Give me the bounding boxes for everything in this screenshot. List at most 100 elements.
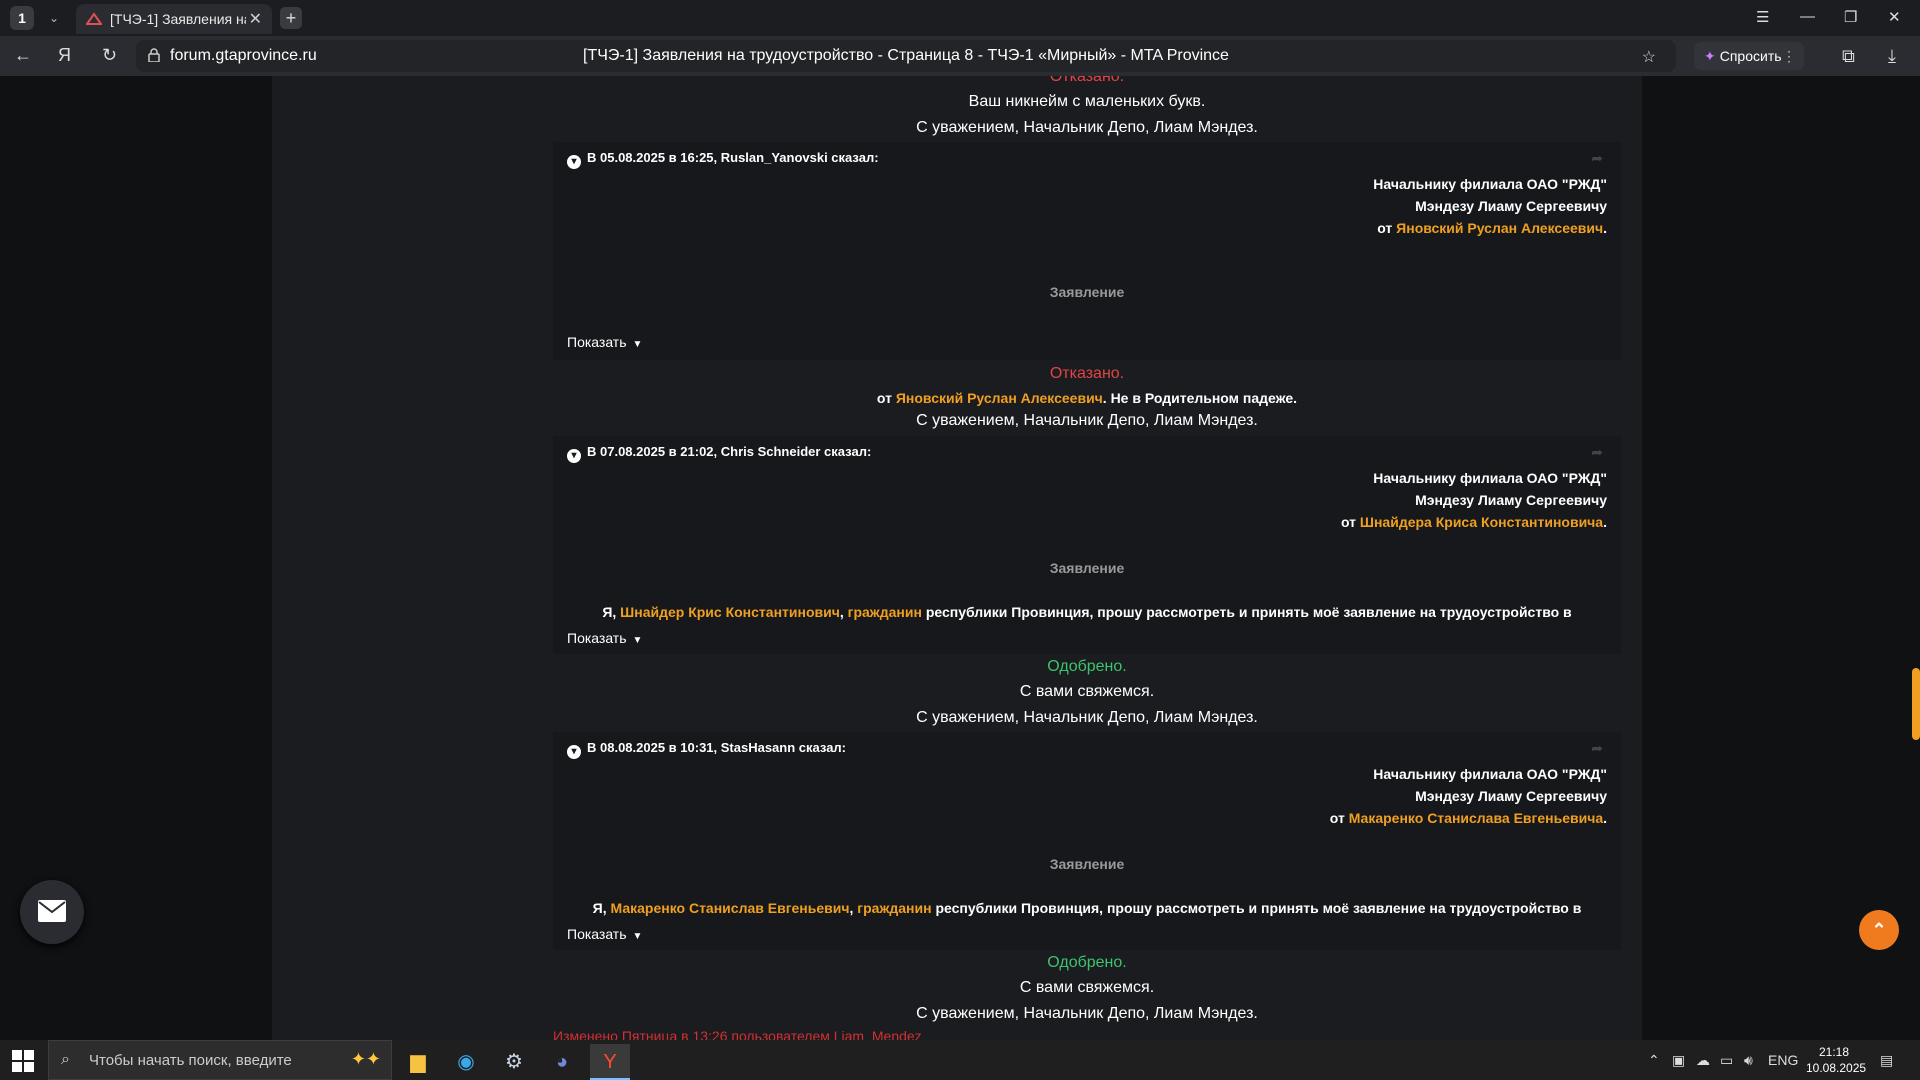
windows-taskbar: ⌕ Чтобы начать поиск, введите ✦✦ ▆ ◉ ⚙ ◕… xyxy=(0,1040,1920,1080)
edited-note: Изменено Пятница в 13:26 пользователем L… xyxy=(553,1028,922,1040)
mail-icon xyxy=(38,900,66,922)
body-prefix: Я, xyxy=(602,604,617,620)
show-more-button[interactable]: Показать ▼ xyxy=(567,926,642,942)
scroll-to-top-button[interactable]: ⌃ xyxy=(1859,910,1899,950)
site-favicon-icon xyxy=(86,12,102,25)
quote-author: В 05.08.2025 в 16:25, Ruslan_Yanovski ск… xyxy=(587,150,879,165)
onedrive-icon[interactable]: ☁ xyxy=(1696,1052,1710,1069)
taskbar-search-box[interactable]: ⌕ Чтобы начать поиск, введите ✦✦ xyxy=(48,1040,392,1080)
volume-icon[interactable]: 🔊︎ xyxy=(1744,1052,1753,1069)
caret-down-icon: ▼ xyxy=(632,931,643,942)
reason-name: Яновский Руслан Алексеевич xyxy=(895,390,1103,406)
tab-list-chevron-icon[interactable]: ⌄ xyxy=(44,6,64,30)
search-placeholder: Чтобы начать поиск, введите xyxy=(89,1052,292,1069)
body-rest: республики Провинция, прошу рассмотреть … xyxy=(925,604,1572,620)
statement-body: Я, Макаренко Станислав Евгеньевич, гражд… xyxy=(553,900,1621,916)
messages-button[interactable] xyxy=(20,880,84,944)
quote-block: ▾ В 07.08.2025 в 21:02, Chris Schneider с… xyxy=(553,436,1621,654)
browser-tab[interactable]: [ТЧЭ-1] Заявления на трудоустройство - С… xyxy=(76,4,272,34)
quote-author: В 07.08.2025 в 21:02, Chris Schneider ск… xyxy=(587,444,872,459)
search-icon: ⌕ xyxy=(61,1051,70,1068)
status-approved: Одобрено. xyxy=(1047,658,1127,675)
addressee-name: Мэндезу Лиаму Сергеевичу xyxy=(1415,198,1607,214)
refusal-reason: Ваш никнейм с маленьких букв. xyxy=(968,93,1206,110)
back-arrow-icon[interactable]: ← xyxy=(14,45,32,66)
from-prefix: от xyxy=(1329,810,1345,826)
url-field[interactable]: forum.gtaprovince.ru [ТЧЭ-1] Заявления н… xyxy=(136,40,1676,72)
chevron-down-icon[interactable]: ▾ xyxy=(567,449,581,463)
statement-title: Заявление xyxy=(1049,856,1125,872)
addressee-line: Начальнику филиала ОАО "РЖД" xyxy=(1373,470,1607,486)
scrollbar-thumb[interactable] xyxy=(1912,668,1920,740)
body-rest: республики Провинция, прошу рассмотреть … xyxy=(935,900,1582,916)
language-indicator[interactable]: ENG xyxy=(1768,1052,1798,1068)
addressee-line: Начальнику филиала ОАО "РЖД" xyxy=(1373,176,1607,192)
caret-down-icon: ▼ xyxy=(632,339,643,350)
ask-more-icon[interactable]: ⋮ xyxy=(1782,42,1796,70)
tab-close-icon[interactable]: ✕ xyxy=(249,9,262,29)
notifications-icon[interactable]: ▤ xyxy=(1880,1052,1893,1069)
signature: С уважением, Начальник Депо, Лиам Мэндез… xyxy=(916,119,1258,136)
yandex-logo-icon[interactable]: Я xyxy=(58,45,71,66)
clock[interactable]: 21:18 10.08.2025 xyxy=(1806,1044,1867,1076)
chevron-down-icon[interactable]: ▾ xyxy=(567,155,581,169)
edge-icon[interactable]: ◉ xyxy=(446,1044,486,1080)
restore-icon[interactable]: ❐ xyxy=(1844,8,1857,26)
network-icon[interactable]: ▭ xyxy=(1720,1052,1733,1069)
yandex-browser-icon[interactable]: Y xyxy=(590,1044,630,1080)
sparkle-icon: ✦✦ xyxy=(350,1049,381,1069)
new-tab-button[interactable]: + xyxy=(280,7,302,29)
body-name: Шнайдер Крис Константинович xyxy=(620,604,840,620)
signature: С уважением, Начальник Депо, Лиам Мэндез… xyxy=(916,412,1258,429)
from-suffix: . xyxy=(1603,220,1607,236)
share-icon[interactable]: ➦ xyxy=(1591,444,1603,461)
tray-expand-icon[interactable]: ⌃ xyxy=(1648,1052,1660,1069)
windows-start-icon[interactable] xyxy=(12,1050,34,1072)
tray-app-icon[interactable]: ▣ xyxy=(1672,1052,1685,1069)
from-line: от Шнайдера Криса Константиновича. xyxy=(1341,514,1607,530)
chevron-down-icon[interactable]: ▾ xyxy=(567,745,581,759)
quote-header[interactable]: ▾ В 05.08.2025 в 16:25, Ruslan_Yanovski с… xyxy=(567,150,879,169)
refusal-reason-2: от Яновский Руслан Алексеевич. Не в Роди… xyxy=(553,390,1621,406)
body-prefix: Я, xyxy=(592,900,607,916)
caret-down-icon: ▼ xyxy=(632,635,643,646)
forum-page: Отказано. Ваш никнейм с маленьких букв. … xyxy=(0,76,1920,1040)
show-more-button[interactable]: Показать ▼ xyxy=(567,630,642,646)
from-prefix: от xyxy=(1340,514,1357,530)
discord-icon[interactable]: ◕ xyxy=(542,1044,582,1080)
body-sep: , xyxy=(839,604,844,620)
reload-icon[interactable]: ↻ xyxy=(102,45,117,66)
show-more-button[interactable]: Показать ▼ xyxy=(567,334,642,350)
signature: С уважением, Начальник Депо, Лиам Мэндез… xyxy=(916,1005,1258,1022)
from-prefix: от xyxy=(1377,220,1393,236)
downloads-icon[interactable]: ⤓ xyxy=(1888,46,1896,67)
reason-rest: . Не в Родительном падеже. xyxy=(1102,390,1298,406)
quote-block: ▾ В 05.08.2025 в 16:25, Ruslan_Yanovski с… xyxy=(553,142,1621,360)
window-close-icon[interactable]: ✕ xyxy=(1888,8,1901,26)
browser-menu-icon[interactable]: ☰ xyxy=(1756,8,1769,26)
browser-tab-bar: 1 ⌄ [ТЧЭ-1] Заявления на трудоустройство… xyxy=(0,0,1920,36)
bookmark-icon[interactable]: ☆ xyxy=(1642,47,1656,67)
addressee-name: Мэндезу Лиаму Сергеевичу xyxy=(1415,492,1607,508)
status-refused: Отказано. xyxy=(1049,365,1125,382)
collections-icon[interactable]: ⧉ xyxy=(1842,46,1855,67)
ask-ai-button[interactable]: ✦ Спросить ⋮ xyxy=(1694,42,1804,70)
show-label: Показать xyxy=(567,334,627,350)
minimize-icon[interactable]: — xyxy=(1800,8,1815,25)
quote-author: В 08.08.2025 в 10:31, StasHasann сказал: xyxy=(587,740,847,755)
from-line: от Макаренко Станислава Евгеньевича. xyxy=(1330,810,1607,826)
date: 10.08.2025 xyxy=(1806,1061,1867,1075)
status-approved: Одобрено. xyxy=(1047,954,1127,971)
steam-icon[interactable]: ⚙ xyxy=(494,1044,534,1080)
quote-header[interactable]: ▾ В 07.08.2025 в 21:02, Chris Schneider с… xyxy=(567,444,871,463)
quote-header[interactable]: ▾ В 08.08.2025 в 10:31, StasHasann сказал… xyxy=(567,740,846,759)
time: 21:18 xyxy=(1818,1045,1850,1059)
file-explorer-icon[interactable]: ▆ xyxy=(398,1044,438,1080)
share-icon[interactable]: ➦ xyxy=(1591,150,1603,167)
address-bar-row: ← Я ↻ forum.gtaprovince.ru [ТЧЭ-1] Заявл… xyxy=(0,36,1920,76)
share-icon[interactable]: ➦ xyxy=(1591,740,1603,757)
page-title: [ТЧЭ-1] Заявления на трудоустройство - С… xyxy=(583,47,1229,64)
signature: С уважением, Начальник Депо, Лиам Мэндез… xyxy=(916,709,1258,726)
tab-counter[interactable]: 1 xyxy=(10,6,34,30)
from-name: Яновский Руслан Алексеевич xyxy=(1396,220,1604,236)
